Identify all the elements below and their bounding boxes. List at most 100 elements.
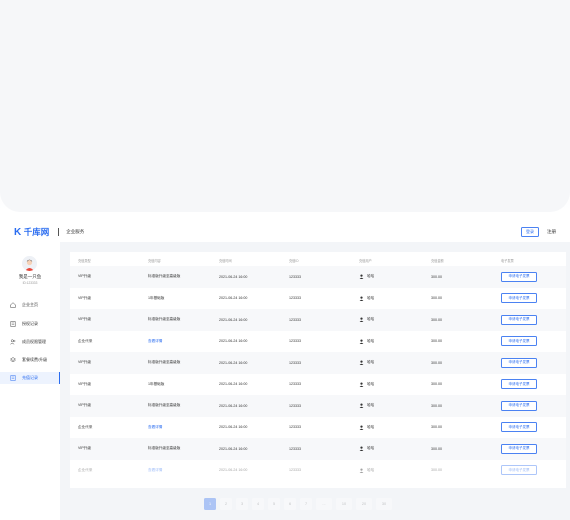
recharge-time: 2021-06-24 16:00 bbox=[219, 382, 248, 387]
recharge-type: 企业代采 bbox=[78, 338, 93, 343]
logo-divider bbox=[58, 228, 60, 236]
top-navbar: K 千库网 企业服务 登录 注册 bbox=[0, 222, 570, 242]
page-button[interactable]: 2 bbox=[220, 498, 232, 510]
document-icon bbox=[10, 321, 16, 327]
recharge-id: 123333 bbox=[289, 360, 301, 365]
user-name: 哈哈 bbox=[367, 446, 375, 451]
apply-invoice-button[interactable]: 申请电子发票 bbox=[501, 400, 537, 411]
invoice-cell: 申请电子发票 bbox=[501, 309, 537, 331]
user-name: 哈哈 bbox=[367, 360, 375, 365]
recharge-time: 2021-06-24 16:00 bbox=[219, 339, 248, 344]
sidebar-item-recharge[interactable]: 充值记录 bbox=[0, 372, 60, 384]
page-button[interactable]: 5 bbox=[268, 498, 280, 510]
recharge-content: 标准版升级至高级版 bbox=[148, 403, 181, 408]
column-header: 充值内容 bbox=[148, 258, 161, 263]
page-button[interactable]: 3 bbox=[236, 498, 248, 510]
recharge-time: 2021-06-24 16:00 bbox=[219, 446, 248, 451]
page-button[interactable]: 20 bbox=[356, 498, 372, 510]
recharge-content: 1年基础版 bbox=[148, 381, 165, 386]
recharge-amount: 300.00 bbox=[431, 468, 442, 473]
login-button[interactable]: 登录 bbox=[521, 227, 539, 237]
sidebar-item-authorization[interactable]: 授权记录 bbox=[0, 318, 60, 330]
recharge-user: 哈哈 bbox=[359, 460, 374, 482]
page-button[interactable]: 6 bbox=[284, 498, 296, 510]
apply-invoice-button[interactable]: 申请电子发票 bbox=[501, 271, 537, 282]
page-button[interactable]: 1 bbox=[204, 498, 216, 510]
page-button[interactable]: 7 bbox=[300, 498, 312, 510]
recharge-amount: 300.00 bbox=[431, 317, 442, 322]
recharge-type: VIP升级 bbox=[78, 446, 91, 451]
recharge-type: VIP升级 bbox=[78, 317, 91, 322]
top-actions: 登录 注册 bbox=[521, 227, 556, 237]
user-icon bbox=[359, 360, 364, 366]
invoice-cell: 申请电子发票 bbox=[501, 352, 537, 374]
apply-invoice-button[interactable]: 申请电子发票 bbox=[501, 379, 537, 390]
pagination: 1 2 3 4 5 6 7... 10 20 30 bbox=[204, 497, 392, 511]
recharge-type: VIP升级 bbox=[78, 381, 91, 386]
view-details-link[interactable]: 查看详情 bbox=[148, 460, 162, 482]
apply-invoice-button[interactable]: 申请电子发票 bbox=[501, 357, 537, 368]
recharge-content: 标准版升级至高级版 bbox=[148, 446, 181, 451]
user-icon bbox=[359, 274, 364, 280]
view-details-link[interactable]: 查看详情 bbox=[148, 331, 162, 353]
recharge-user: 哈哈 bbox=[359, 309, 374, 331]
logo[interactable]: K 千库网 企业服务 bbox=[14, 226, 84, 238]
page-button[interactable]: 10 bbox=[336, 498, 352, 510]
invoice-cell: 申请电子发票 bbox=[501, 395, 537, 417]
user-icon bbox=[359, 446, 364, 452]
logo-text: 千库网 bbox=[23, 227, 50, 237]
user-name: 哈哈 bbox=[367, 403, 375, 408]
column-header: 充值类型 bbox=[78, 258, 91, 263]
apply-invoice-button[interactable]: 申请电子发票 bbox=[501, 443, 537, 454]
apply-invoice-button[interactable]: 申请电子发票 bbox=[501, 465, 537, 476]
table-row: VIP升级 1年基础版 2021-06-24 16:00 123333 哈哈 300.00… bbox=[70, 288, 566, 310]
recharge-user: 哈哈 bbox=[359, 395, 374, 417]
recharge-amount: 300.00 bbox=[431, 339, 442, 344]
apply-invoice-button[interactable]: 申请电子发票 bbox=[501, 314, 537, 325]
user-icon bbox=[359, 317, 364, 323]
recharge-user: 哈哈 bbox=[359, 438, 374, 460]
user-icon bbox=[359, 403, 364, 409]
user-name: 哈哈 bbox=[367, 381, 375, 386]
recharge-time: 2021-06-24 16:00 bbox=[219, 425, 248, 430]
column-header: 充值时间 bbox=[219, 258, 232, 263]
user-name: 哈哈 bbox=[367, 467, 375, 472]
user-name: 我是一只鱼 bbox=[18, 274, 42, 279]
recharge-user: 哈哈 bbox=[359, 266, 374, 288]
recharge-id: 123333 bbox=[289, 446, 301, 451]
recharge-user: 哈哈 bbox=[359, 374, 374, 396]
recharge-amount: 300.00 bbox=[431, 360, 442, 365]
recharge-type: 企业代采 bbox=[78, 424, 93, 429]
recharge-type: VIP升级 bbox=[78, 360, 91, 365]
logo-icon: K bbox=[14, 226, 21, 238]
user-icon bbox=[359, 339, 364, 344]
recharge-time: 2021-06-24 16:00 bbox=[219, 317, 248, 322]
register-link[interactable]: 注册 bbox=[547, 229, 556, 235]
sidebar-item-members[interactable]: 成员权限管理 bbox=[0, 336, 60, 348]
recharge-id: 123333 bbox=[289, 468, 301, 473]
sidebar-item-label: 成员权限管理 bbox=[22, 339, 46, 344]
sidebar-item-home[interactable]: 企业主页 bbox=[0, 299, 60, 311]
sidebar-item-package[interactable]: 套餐续费/升级 bbox=[0, 354, 60, 366]
hero-banner bbox=[0, 0, 570, 212]
logo-subtitle: 企业服务 bbox=[66, 229, 85, 234]
table-row: VIP升级 标准版升级至高级版 2021-06-24 16:00 123333 哈哈 30… bbox=[70, 438, 566, 460]
avatar[interactable] bbox=[22, 256, 37, 271]
layers-icon bbox=[10, 357, 16, 363]
page-button[interactable]: 4 bbox=[252, 498, 264, 510]
recharge-id: 123333 bbox=[289, 425, 301, 430]
apply-invoice-button[interactable]: 申请电子发票 bbox=[501, 293, 537, 304]
column-header: 充值金额 bbox=[431, 258, 444, 263]
apply-invoice-button[interactable]: 申请电子发票 bbox=[501, 336, 537, 347]
apply-invoice-button[interactable]: 申请电子发票 bbox=[501, 422, 537, 433]
view-details-link[interactable]: 查看详情 bbox=[148, 417, 162, 439]
invoice-cell: 申请电子发票 bbox=[501, 288, 537, 310]
user-name: 哈哈 bbox=[367, 295, 375, 300]
recharge-user: 哈哈 bbox=[359, 288, 374, 310]
recharge-records-table: 充值类型 充值内容 充值时间 充值ID 充值用户 充值金额 电子发票 VIP升级… bbox=[70, 252, 566, 488]
column-header: 电子发票 bbox=[501, 258, 514, 263]
invoice-cell: 申请电子发票 bbox=[501, 438, 537, 460]
invoice-cell: 申请电子发票 bbox=[501, 374, 537, 396]
table-row: VIP升级 标准版升级至高级版 2021-06-24 16:00 123333 哈哈 30… bbox=[70, 266, 566, 288]
page-button[interactable]: 30 bbox=[376, 498, 392, 510]
